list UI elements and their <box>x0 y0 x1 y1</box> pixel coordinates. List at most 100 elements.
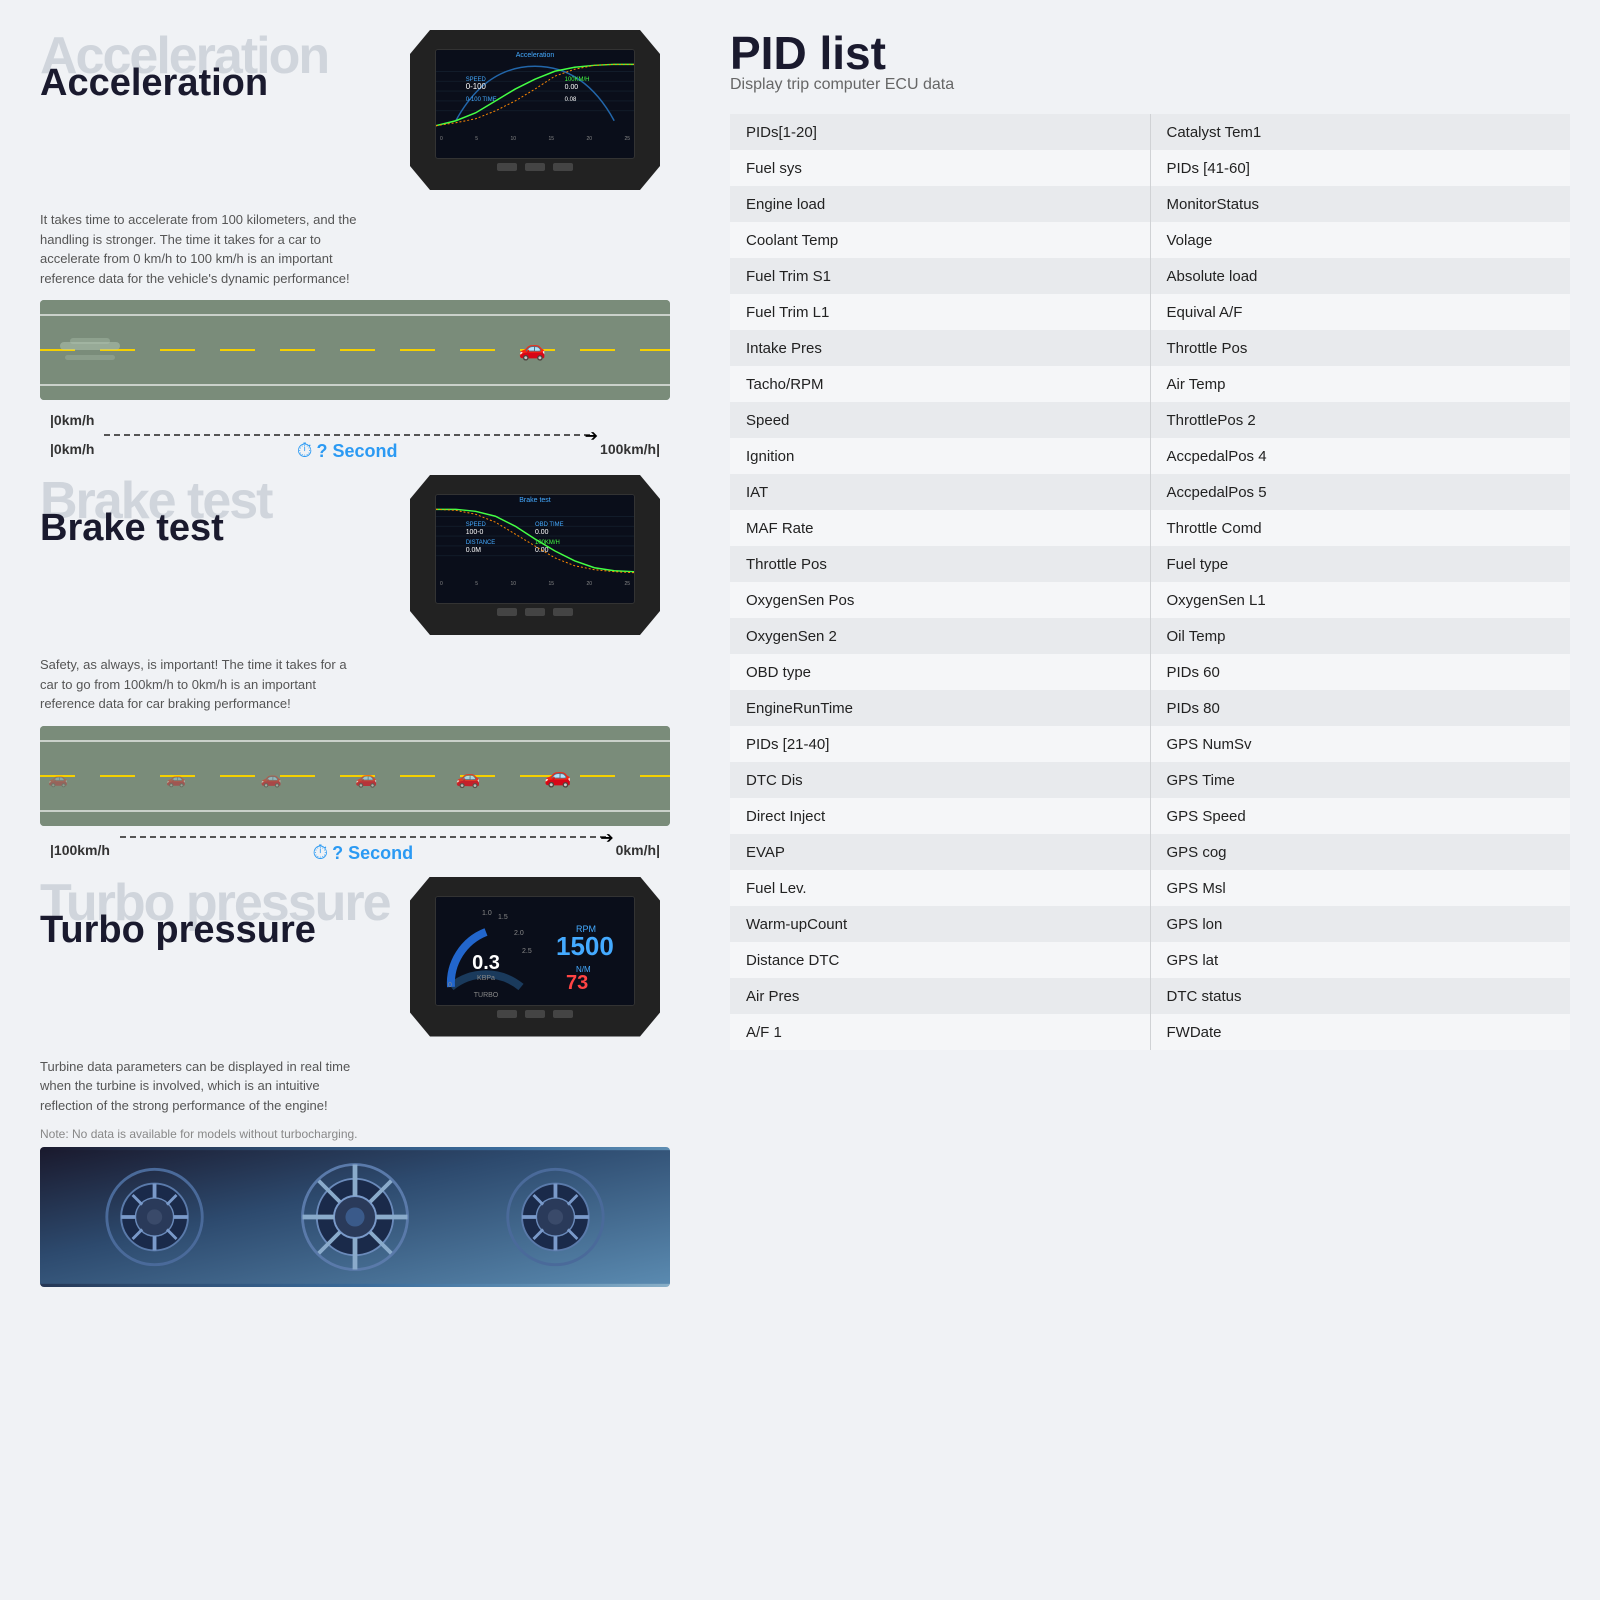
table-row: SpeedThrottlePos 2 <box>730 402 1570 438</box>
right-panel: PID list Display trip computer ECU data … <box>700 0 1600 1600</box>
pid-col2: GPS lat <box>1150 942 1570 978</box>
svg-text:0.3: 0.3 <box>472 952 500 974</box>
pid-col1: Engine load <box>730 186 1150 222</box>
turbo-engine-image <box>40 1147 670 1287</box>
svg-text:0-100 TIME: 0-100 TIME <box>466 97 497 103</box>
svg-text:🚗: 🚗 <box>544 763 571 788</box>
table-row: Fuel sysPIDs [41-60] <box>730 150 1570 186</box>
pid-col1: Direct Inject <box>730 798 1150 834</box>
table-row: Throttle PosFuel type <box>730 546 1570 582</box>
left-panel: Acceleration Acceleration Acceleration <box>0 0 700 1600</box>
brake-device: Brake test SPEED 100-0 DISTANCE 0.0M <box>410 475 670 645</box>
pid-col1: Speed <box>730 402 1150 438</box>
pid-col2: GPS Speed <box>1150 798 1570 834</box>
pid-col2: OxygenSen L1 <box>1150 582 1570 618</box>
table-row: PIDs[1-20]Catalyst Tem1 <box>730 114 1570 150</box>
pid-col2: GPS cog <box>1150 834 1570 870</box>
pid-col1: Intake Pres <box>730 330 1150 366</box>
pid-col2: GPS Time <box>1150 762 1570 798</box>
table-row: OBD typePIDs 60 <box>730 654 1570 690</box>
table-row: EngineRunTimePIDs 80 <box>730 690 1570 726</box>
pid-col1: Fuel Trim S1 <box>730 258 1150 294</box>
pid-title: PID list <box>730 30 1570 76</box>
table-row: IATAccpedalPos 5 <box>730 474 1570 510</box>
turbo-note: Note: No data is available for models wi… <box>40 1127 670 1141</box>
accel-end-label: 100km/h| <box>600 441 660 457</box>
pid-col1: DTC Dis <box>730 762 1150 798</box>
turbo-device: 0 1.0 1.5 2.0 2.5 0.3 KBPa TURBO RPM 150… <box>410 877 670 1047</box>
accel-screen-title: Acceleration <box>436 50 634 61</box>
pid-col2: Oil Temp <box>1150 618 1570 654</box>
table-row: Direct InjectGPS Speed <box>730 798 1570 834</box>
pid-col1: Fuel sys <box>730 150 1150 186</box>
brake-section: Brake test Brake test Brake test <box>40 475 670 867</box>
pid-col2: AccpedalPos 5 <box>1150 474 1570 510</box>
svg-text:🚗: 🚗 <box>166 771 186 788</box>
svg-text:🚗: 🚗 <box>519 336 546 361</box>
pid-col1: Coolant Temp <box>730 222 1150 258</box>
brake-road: 🚗 🚗 🚗 🚗 🚗 🚗 <box>40 726 670 826</box>
pid-col1: IAT <box>730 474 1150 510</box>
pid-col1: OxygenSen Pos <box>730 582 1150 618</box>
svg-text:1.5: 1.5 <box>498 914 508 921</box>
table-row: IgnitionAccpedalPos 4 <box>730 438 1570 474</box>
table-row: DTC DisGPS Time <box>730 762 1570 798</box>
brake-screen-title: Brake test <box>436 495 634 506</box>
pid-col2: FWDate <box>1150 1014 1570 1050</box>
svg-text:KBPa: KBPa <box>477 975 495 982</box>
pid-col2: PIDs [41-60] <box>1150 150 1570 186</box>
pid-col1: EngineRunTime <box>730 690 1150 726</box>
table-row: Tacho/RPMAir Temp <box>730 366 1570 402</box>
pid-subtitle: Display trip computer ECU data <box>730 76 1570 94</box>
pid-col2: GPS lon <box>1150 906 1570 942</box>
pid-col1: Ignition <box>730 438 1150 474</box>
pid-col2: Volage <box>1150 222 1570 258</box>
brake-end-label: 0km/h| <box>616 842 660 858</box>
pid-col2: ThrottlePos 2 <box>1150 402 1570 438</box>
svg-text:1.0: 1.0 <box>482 910 492 917</box>
svg-text:100KM/H: 100KM/H <box>565 77 590 83</box>
pid-col1: Throttle Pos <box>730 546 1150 582</box>
acceleration-title: Acceleration <box>40 64 400 102</box>
pid-col1: Air Pres <box>730 978 1150 1014</box>
svg-text:2.5: 2.5 <box>522 948 532 955</box>
pid-col1: OBD type <box>730 654 1150 690</box>
pid-col2: Absolute load <box>1150 258 1570 294</box>
pid-col2: Catalyst Tem1 <box>1150 114 1570 150</box>
brake-title: Brake test <box>40 509 400 547</box>
pid-col1: Warm-upCount <box>730 906 1150 942</box>
svg-text:0.0M: 0.0M <box>466 547 482 554</box>
table-row: Distance DTCGPS lat <box>730 942 1570 978</box>
pid-col2: DTC status <box>1150 978 1570 1014</box>
svg-text:0-100: 0-100 <box>466 82 487 91</box>
table-row: Coolant TempVolage <box>730 222 1570 258</box>
table-row: Engine loadMonitorStatus <box>730 186 1570 222</box>
svg-text:🚗: 🚗 <box>355 768 377 788</box>
pid-col1: Distance DTC <box>730 942 1150 978</box>
acceleration-device: Acceleration SPEED <box>410 30 670 200</box>
table-row: OxygenSen 2Oil Temp <box>730 618 1570 654</box>
table-row: Air PresDTC status <box>730 978 1570 1014</box>
pid-col2: GPS NumSv <box>1150 726 1570 762</box>
acceleration-desc: It takes time to accelerate from 100 kil… <box>40 210 360 288</box>
pid-col2: Throttle Pos <box>1150 330 1570 366</box>
svg-text:2.0: 2.0 <box>514 930 524 937</box>
pid-col2: PIDs 60 <box>1150 654 1570 690</box>
table-row: Warm-upCountGPS lon <box>730 906 1570 942</box>
svg-text:73: 73 <box>566 972 588 994</box>
pid-col1: EVAP <box>730 834 1150 870</box>
svg-text:0: 0 <box>448 982 452 989</box>
table-row: A/F 1FWDate <box>730 1014 1570 1050</box>
svg-text:0.00: 0.00 <box>535 529 549 536</box>
table-row: Intake PresThrottle Pos <box>730 330 1570 366</box>
brake-desc: Safety, as always, is important! The tim… <box>40 655 360 714</box>
svg-text:OBD TIME: OBD TIME <box>535 522 564 528</box>
turbo-desc: Turbine data parameters can be displayed… <box>40 1057 360 1116</box>
brake-time-label: ? Second <box>332 843 413 864</box>
table-row: Fuel Trim L1Equival A/F <box>730 294 1570 330</box>
accel-time-label: ? Second <box>317 441 398 462</box>
svg-text:🚗: 🚗 <box>456 767 481 789</box>
pid-col2: Equival A/F <box>1150 294 1570 330</box>
table-row: MAF RateThrottle Comd <box>730 510 1570 546</box>
pid-col1: Fuel Lev. <box>730 870 1150 906</box>
